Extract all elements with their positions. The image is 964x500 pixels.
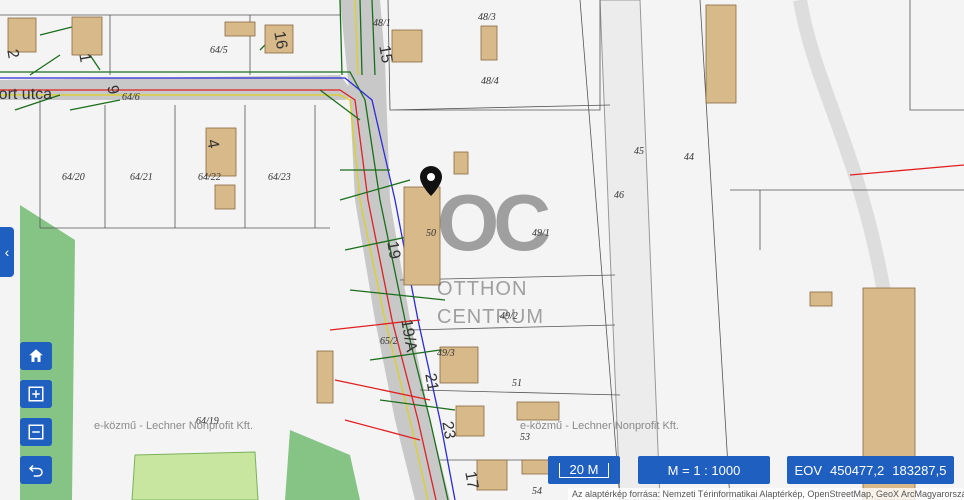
house-number-label: 23 (438, 420, 459, 441)
coord-x: 450477,2 (830, 462, 885, 478)
house-number-label: 19 (383, 240, 404, 261)
parcel-label: 54 (532, 486, 542, 497)
zoom-in-button[interactable] (20, 380, 52, 408)
parcel-label: 49/1 (532, 228, 550, 239)
coord-y: 183287,5 (892, 462, 947, 478)
parcel-label: 51 (512, 378, 522, 389)
chevron-left-icon: ‹ (4, 244, 10, 260)
house-number-label: 15 (375, 44, 396, 65)
coord-system: EOV (794, 462, 822, 478)
parcel-label: 48/4 (481, 76, 499, 87)
parcel-label: 48/1 (373, 18, 391, 29)
garden-area (131, 451, 259, 500)
parcel-label: 64/20 (62, 172, 85, 183)
parcel-label: 64/23 (268, 172, 291, 183)
street-name-label: Port utca (0, 86, 53, 103)
parcel-label: 45 (634, 146, 644, 157)
scale-label: 20 M (569, 461, 599, 477)
parcel-label: 49/3 (437, 348, 455, 359)
parcel-label: 53 (520, 432, 530, 443)
zoom-out-icon (28, 424, 44, 440)
back-button[interactable] (20, 456, 52, 484)
parcel-label: 48/3 (478, 12, 496, 23)
house-number-label: 17 (461, 470, 482, 491)
zoom-out-button[interactable] (20, 418, 52, 446)
undo-arrow-icon (28, 464, 43, 477)
parcel-label: 64/6 (122, 92, 140, 103)
side-panel-toggle[interactable]: ‹ (0, 227, 14, 277)
parcel-label: 46 (614, 190, 624, 201)
parcel-label: 50 (426, 228, 436, 239)
attribution: Az alaptérkép forrása: Nemzeti Térinform… (568, 488, 964, 500)
parcel-label: 64/21 (130, 172, 153, 183)
parcel-label: 64/22 (198, 172, 221, 183)
house-number-label: 16 (270, 30, 291, 51)
home-button[interactable] (20, 342, 52, 370)
map-ratio: M = 1 : 1000 (638, 456, 770, 484)
ratio-label: M = 1 : 1000 (667, 462, 741, 478)
parcel-label: 49/2 (500, 311, 518, 322)
home-icon (29, 349, 43, 362)
watermark-provider: e-közmű - Lechner Nonprofit Kft. (94, 420, 253, 432)
scale-bar: 20 M (548, 456, 620, 484)
parcel-label: 44 (684, 152, 694, 163)
coordinate-readout: EOV 450477,2 183287,5 (787, 456, 954, 484)
parcel-label: 65/2 (380, 336, 398, 347)
watermark-provider: e-közmű - Lechner Nonprofit Kft. (520, 420, 679, 432)
parcel-label: 64/5 (210, 45, 228, 56)
zoom-in-icon (28, 386, 44, 402)
house-number-label: 21 (421, 372, 442, 393)
